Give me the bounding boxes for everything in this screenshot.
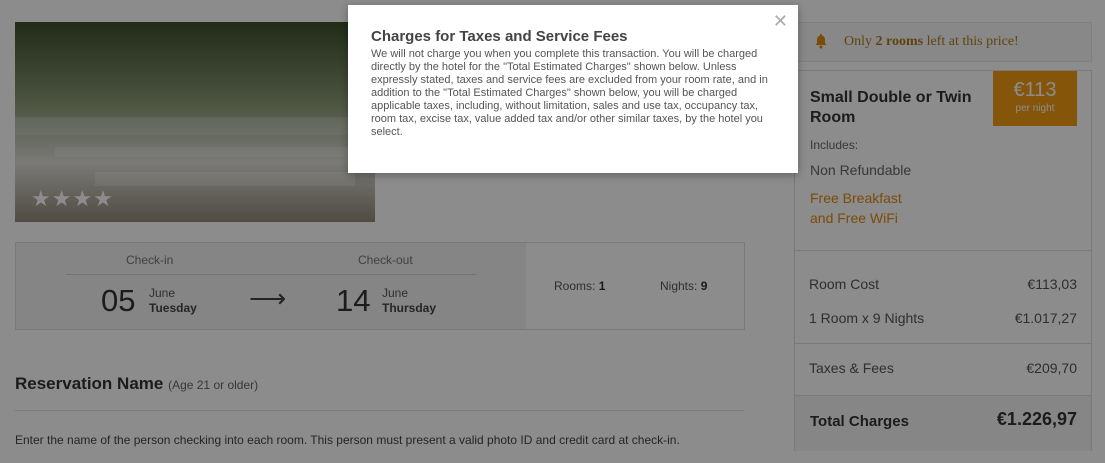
modal-body: We will not charge you when you complete… [371,48,768,138]
booking-page: ★★★★ Check-in Check-out 05 June Tuesday … [0,0,1105,463]
taxes-fees-modal: ✕ Charges for Taxes and Service Fees We … [348,5,798,173]
close-icon[interactable]: ✕ [773,11,788,32]
modal-title: Charges for Taxes and Service Fees [371,28,628,45]
